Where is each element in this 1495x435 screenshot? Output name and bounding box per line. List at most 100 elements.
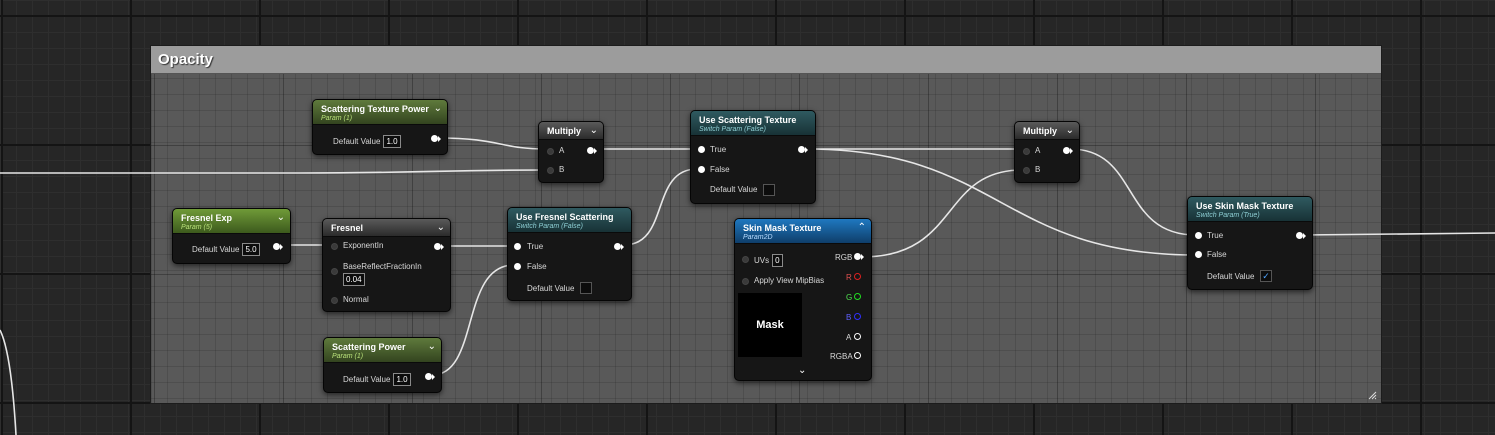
input-pin-false[interactable] [1195, 251, 1202, 258]
node-subtitle: Switch Param (True) [1196, 212, 1260, 219]
param-label: Default Value [192, 245, 240, 254]
wire-input-to-multiply1-b [0, 169, 547, 174]
node-use-fresnel-scattering[interactable]: Use Fresnel Scattering Switch Param (Fal… [507, 207, 632, 301]
node-use-skin-mask-texture[interactable]: Use Skin Mask Texture Switch Param (True… [1187, 196, 1313, 290]
chevron-down-icon[interactable]: ⌄ [1066, 126, 1074, 136]
output-pin-b[interactable] [854, 313, 861, 320]
node-header[interactable]: Multiply ⌄ [1015, 122, 1079, 140]
default-value-checkbox[interactable] [580, 282, 592, 294]
pin-label-true: True [1207, 231, 1224, 240]
param-value-field[interactable]: 1.0 [393, 373, 411, 386]
input-pin-b[interactable] [1023, 167, 1030, 174]
base-reflect-value-field[interactable]: 0.04 [343, 273, 365, 286]
chevron-up-icon[interactable]: ⌃ [858, 223, 866, 233]
output-pin[interactable] [273, 243, 280, 250]
input-pin-b[interactable] [547, 167, 554, 174]
node-header[interactable]: Scattering Power Param (1) ⌄ [324, 338, 441, 363]
param-value-field[interactable]: 1.0 [383, 135, 401, 148]
output-pin-g[interactable] [854, 293, 861, 300]
pin-label-g: G [846, 293, 853, 302]
wire-left-curve [0, 329, 17, 435]
output-pin-r[interactable] [854, 273, 861, 280]
output-pin[interactable] [431, 135, 438, 142]
pin-label-uvs: UVs [754, 256, 770, 265]
pin-label-b: B [559, 165, 565, 174]
node-header[interactable]: Fresnel Exp Param (5) ⌄ [173, 209, 290, 234]
pin-arrow-icon [438, 136, 441, 142]
node-fresnel[interactable]: Fresnel ⌄ ExponentIn BaseReflectFraction… [322, 218, 451, 312]
default-value-label: Default Value [527, 284, 575, 293]
node-header[interactable]: Fresnel ⌄ [323, 219, 450, 237]
output-pin[interactable] [614, 243, 621, 250]
chevron-down-icon[interactable]: ⌄ [277, 213, 285, 223]
node-title: Fresnel Exp [181, 213, 233, 223]
output-pin[interactable] [434, 243, 441, 250]
pin-label-rgba: RGBA [830, 352, 853, 361]
node-header[interactable]: Scattering Texture Power Param (1) ⌄ [313, 100, 447, 125]
node-use-scattering-texture[interactable]: Use Scattering Texture Switch Param (Fal… [690, 110, 816, 204]
default-value-label: Default Value [710, 185, 758, 194]
input-pin-uvs[interactable] [742, 256, 749, 263]
input-pin-true[interactable] [514, 243, 521, 250]
input-pin-mipbias[interactable] [742, 278, 749, 285]
chevron-down-icon[interactable]: ⌄ [590, 126, 598, 136]
input-pin-a[interactable] [547, 148, 554, 155]
node-title: Use Fresnel Scattering [516, 212, 614, 222]
chevron-down-icon[interactable]: ⌄ [434, 104, 442, 114]
pin-label-a: A [1035, 146, 1041, 155]
node-subtitle: Switch Param (False) [516, 223, 583, 230]
pin-label-false: False [527, 262, 547, 271]
input-pin-true[interactable] [1195, 232, 1202, 239]
node-subtitle: Param (1) [332, 353, 364, 360]
node-header[interactable]: Skin Mask Texture Param2D ⌃ [735, 219, 871, 244]
default-value-checkbox[interactable] [763, 184, 775, 196]
node-multiply-1[interactable]: Multiply ⌄ A B [538, 121, 604, 183]
input-pin-normal[interactable] [331, 297, 338, 304]
output-pin-a[interactable] [854, 333, 861, 340]
pin-label-rgb: RGB [835, 253, 853, 262]
node-header[interactable]: Use Scattering Texture Switch Param (Fal… [691, 111, 815, 136]
pin-arrow-icon [441, 244, 444, 250]
input-pin-a[interactable] [1023, 148, 1030, 155]
output-pin-rgb[interactable] [854, 253, 861, 260]
output-pin[interactable] [587, 147, 594, 154]
node-fresnel-exp[interactable]: Fresnel Exp Param (5) ⌄ Default Value 5.0 [172, 208, 291, 264]
input-pin-false[interactable] [514, 263, 521, 270]
node-scattering-texture-power[interactable]: Scattering Texture Power Param (1) ⌄ Def… [312, 99, 448, 155]
node-header[interactable]: Multiply ⌄ [539, 122, 603, 140]
base-reflect-value-row: 0.04 [343, 273, 365, 286]
pin-label-normal: Normal [343, 295, 369, 304]
chevron-down-icon[interactable]: ⌄ [428, 342, 436, 352]
input-pin-exponent[interactable] [331, 243, 338, 250]
wire-ufs-to-ust-false [623, 168, 698, 246]
checkmark-icon: ✓ [1262, 271, 1270, 281]
param-row: Default Value 5.0 [192, 243, 260, 256]
output-pin[interactable] [425, 373, 432, 380]
output-pin[interactable] [1063, 147, 1070, 154]
output-pin[interactable] [798, 146, 805, 153]
input-pin-false[interactable] [698, 166, 705, 173]
output-pin[interactable] [1296, 232, 1303, 239]
param-value-field[interactable]: 5.0 [242, 243, 260, 256]
node-subtitle: Param (1) [321, 115, 353, 122]
pin-label-exponent: ExponentIn [343, 241, 384, 250]
default-value-checkbox[interactable]: ✓ [1260, 270, 1272, 282]
input-pin-base-reflect[interactable] [331, 268, 338, 275]
node-scattering-power[interactable]: Scattering Power Param (1) ⌄ Default Val… [323, 337, 442, 393]
node-multiply-2[interactable]: Multiply ⌄ A B [1014, 121, 1080, 183]
node-subtitle: Switch Param (False) [699, 126, 766, 133]
node-header[interactable]: Use Skin Mask Texture Switch Param (True… [1188, 197, 1312, 222]
chevron-down-icon[interactable]: ⌄ [437, 223, 445, 233]
output-pin-rgba[interactable] [854, 352, 861, 359]
node-skin-mask-texture[interactable]: Skin Mask Texture Param2D ⌃ UVs 0 Apply V… [734, 218, 872, 381]
wire-stp-to-multiply1-a [437, 137, 547, 150]
node-header[interactable]: Use Fresnel Scattering Switch Param (Fal… [508, 208, 631, 233]
pin-arrow-icon [861, 254, 864, 260]
pin-label-a: A [846, 333, 852, 342]
param-row: Default Value 1.0 [343, 373, 411, 386]
chevron-down-icon[interactable]: ⌄ [798, 365, 806, 376]
input-pin-true[interactable] [698, 146, 705, 153]
wire-multiply2-to-usmt-true [1069, 148, 1197, 236]
uvs-value-field[interactable]: 0 [772, 254, 783, 267]
param-label: Default Value [343, 375, 391, 384]
